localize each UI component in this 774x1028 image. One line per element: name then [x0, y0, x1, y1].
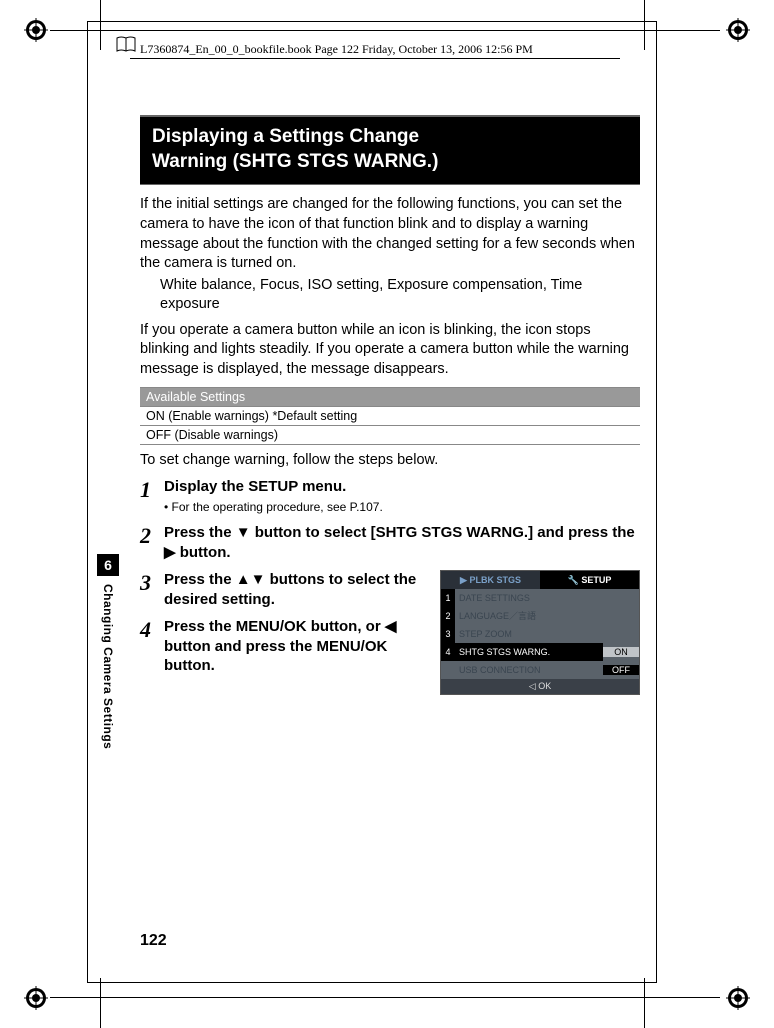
- cam-tabs: ▶ PLBK STGS 🔧 SETUP: [441, 571, 639, 589]
- crop-mark: [100, 978, 101, 1028]
- steps-list: 1 Display the SETUP menu. • For the oper…: [140, 477, 640, 695]
- left-arrow-icon: ◀: [385, 618, 397, 635]
- title-line-2: Warning (SHTG STGS WARNG.): [152, 151, 438, 172]
- registration-mark-icon: [726, 986, 750, 1010]
- step-body: Press the ▼ button to select [SHTG STGS …: [164, 523, 640, 562]
- title-underline: [140, 184, 640, 185]
- step-with-screenshot: 3 Press the ▲▼ buttons to select the des…: [140, 570, 640, 695]
- functions-list: White balance, Focus, ISO setting, Expos…: [140, 276, 640, 315]
- step-number: 1: [140, 477, 164, 501]
- cam-tab-label: SETUP: [581, 575, 611, 585]
- wrench-icon: 🔧: [568, 575, 579, 585]
- crop-mark: [50, 997, 720, 998]
- cam-row-label: LANGUAGE／言語: [455, 607, 639, 625]
- step-title: Display the SETUP menu.: [164, 478, 346, 495]
- step-text: Press the MENU/OK button, or: [164, 618, 385, 635]
- available-settings-table: Available Settings ON (Enable warnings) …: [140, 387, 640, 445]
- cam-row: 3 STEP ZOOM: [441, 625, 639, 643]
- cam-row-label: DATE SETTINGS: [455, 589, 639, 607]
- cam-row-index: 1: [441, 589, 455, 607]
- step-text: button to select [SHTG STGS WARNG.] and …: [251, 524, 635, 541]
- cam-tab-label: PLBK STGS: [469, 575, 521, 585]
- step-text: Press the: [164, 524, 236, 541]
- intro-paragraph-2: If you operate a camera button while an …: [140, 321, 640, 380]
- cam-row-label: USB CONNECTION: [455, 661, 603, 679]
- step-number: 4: [140, 617, 164, 641]
- section-title: Displaying a Settings Change Warning (SH…: [140, 115, 640, 184]
- down-arrow-icon: ▼: [236, 524, 251, 541]
- step-number: 3: [140, 570, 164, 594]
- intro-paragraph-1: If the initial settings are changed for …: [140, 195, 640, 273]
- page-number: 122: [140, 932, 167, 950]
- step-text: button.: [176, 544, 231, 561]
- cam-row-value: OFF: [603, 665, 639, 675]
- step-sub: • For the operating procedure, see P.107…: [164, 500, 383, 516]
- right-arrow-icon: ▶: [164, 544, 176, 561]
- cam-row-index: 4: [441, 643, 455, 661]
- cam-footer: ◁ OK: [441, 679, 639, 694]
- cam-row: USB CONNECTION OFF: [441, 661, 639, 679]
- camera-screenshot: ▶ PLBK STGS 🔧 SETUP 1 DATE SETTINGS 2 LA…: [440, 570, 640, 695]
- cam-row: 2 LANGUAGE／言語: [441, 607, 639, 625]
- cam-tab-setup: 🔧 SETUP: [540, 571, 639, 589]
- chapter-label: Changing Camera Settings: [97, 576, 119, 749]
- crop-mark: [644, 978, 645, 1028]
- main-content: Displaying a Settings Change Warning (SH…: [140, 115, 640, 695]
- step-4: 4 Press the MENU/OK button, or ◀ button …: [140, 617, 430, 676]
- cam-row: 1 DATE SETTINGS: [441, 589, 639, 607]
- step-number: 2: [140, 523, 164, 547]
- table-header: Available Settings: [140, 388, 640, 407]
- lead-text: To set change warning, follow the steps …: [140, 451, 640, 471]
- chapter-tab: 6 Changing Camera Settings: [97, 554, 119, 749]
- step-text: Press the: [164, 571, 236, 588]
- cam-row-index: 3: [441, 625, 455, 643]
- table-row: OFF (Disable warnings): [140, 426, 640, 445]
- title-line-1: Displaying a Settings Change: [152, 126, 419, 147]
- registration-mark-icon: [24, 986, 48, 1010]
- step-body: Display the SETUP menu. • For the operat…: [164, 477, 383, 515]
- cam-row-index: 2: [441, 607, 455, 625]
- cam-row-label: SHTG STGS WARNG.: [455, 643, 603, 661]
- registration-mark-icon: [24, 18, 48, 42]
- step-3: 3 Press the ▲▼ buttons to select the des…: [140, 570, 430, 609]
- cam-tab-playback: ▶ PLBK STGS: [441, 571, 540, 589]
- step-body: Press the ▲▼ buttons to select the desir…: [164, 570, 430, 609]
- step-text: button and press the MENU/OK button.: [164, 638, 387, 675]
- chapter-number: 6: [97, 554, 119, 576]
- registration-mark-icon: [726, 18, 750, 42]
- table-row: ON (Enable warnings) *Default setting: [140, 407, 640, 426]
- cam-row-value: ON: [603, 647, 639, 657]
- step-2: 2 Press the ▼ button to select [SHTG STG…: [140, 523, 640, 562]
- cam-row-selected: 4 SHTG STGS WARNG. ON: [441, 643, 639, 661]
- cam-row-label: STEP ZOOM: [455, 625, 639, 643]
- updown-arrow-icon: ▲▼: [236, 571, 266, 588]
- step-body: Press the MENU/OK button, or ◀ button an…: [164, 617, 430, 676]
- step-1: 1 Display the SETUP menu. • For the oper…: [140, 477, 640, 515]
